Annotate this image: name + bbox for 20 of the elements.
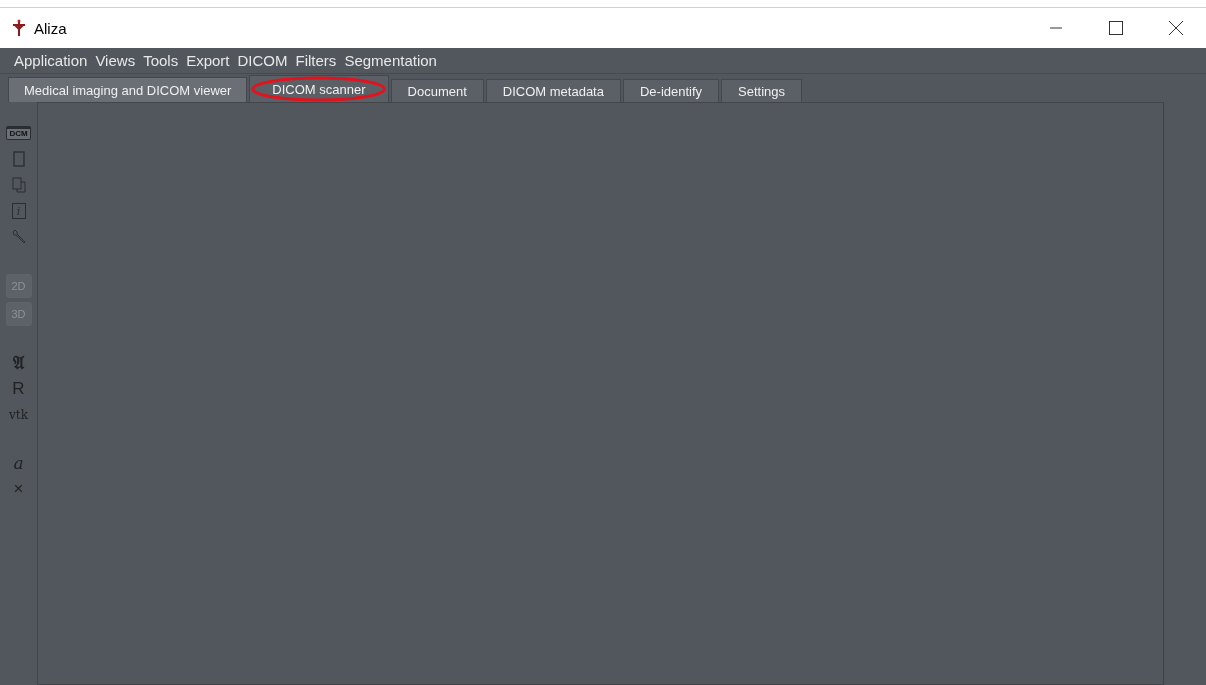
menu-item[interactable]: Export (186, 52, 230, 69)
close-icon[interactable] (1169, 21, 1183, 35)
tab[interactable]: Document (390, 79, 484, 102)
window-title: Aliza (34, 19, 67, 37)
menu-item[interactable]: Application (14, 52, 88, 69)
copy-icon[interactable] (11, 177, 26, 193)
menu-item[interactable]: Segmentation (344, 52, 437, 69)
menu-item[interactable]: Views (95, 52, 136, 69)
tab[interactable]: DICOM metadata (485, 79, 621, 102)
app-logo-icon (12, 19, 26, 37)
dicom-folder-icon[interactable]: DCM (6, 126, 31, 140)
menu-item[interactable]: Tools (143, 52, 179, 69)
maximize-icon[interactable] (1109, 21, 1123, 35)
tab[interactable]: Medical imaging and DICOM viewer (8, 77, 248, 102)
tab[interactable]: Settings (721, 79, 803, 102)
page-icon[interactable] (12, 151, 25, 167)
tab[interactable]: De-identify (622, 79, 720, 102)
menu-item[interactable]: Filters (295, 52, 337, 69)
tab[interactable]: DICOM scanner (249, 75, 389, 102)
menu-item[interactable]: DICOM (237, 52, 288, 69)
